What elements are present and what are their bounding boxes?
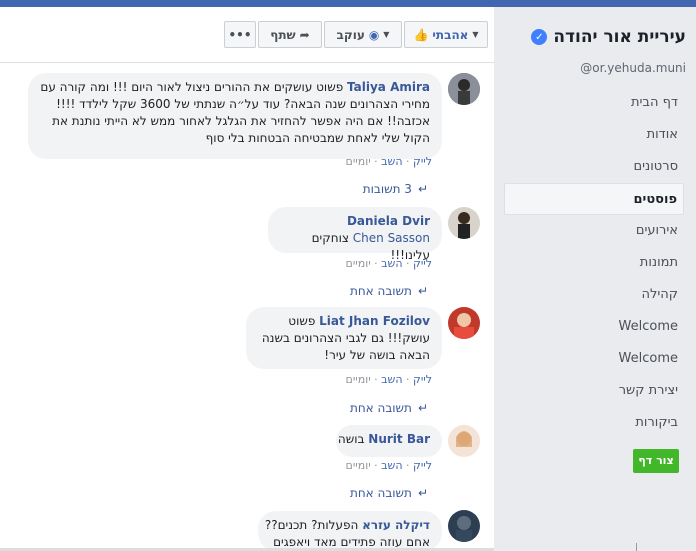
- more-button[interactable]: •••: [224, 21, 256, 48]
- separator: ·: [402, 373, 414, 386]
- replies-count: תשובה אחת: [349, 401, 412, 415]
- chevron-down-icon: ▼: [472, 30, 479, 39]
- separator: ·: [402, 459, 414, 472]
- nav-item-photos[interactable]: תמונות: [504, 247, 684, 279]
- replies-count: תשובה אחת: [349, 284, 412, 298]
- separator: ·: [402, 257, 414, 270]
- reply-arrow-icon: ↵: [417, 284, 428, 298]
- nav-item-posts[interactable]: פוסטים: [504, 183, 684, 215]
- avatar[interactable]: [448, 510, 480, 542]
- avatar-photo: [448, 73, 480, 105]
- avatar[interactable]: [448, 207, 480, 239]
- comment-bubble: דיקלה עזרא הפעלות? תכנים?? אחם עוזה פתיד…: [258, 511, 442, 551]
- comment-author[interactable]: Daniela Dvir: [347, 214, 430, 228]
- posts-area: ••• ➦ שתף ▼ ◉ עוקב ▼ אהבתי 👍 Taliya Amir…: [0, 7, 494, 551]
- comment-bubble: Daniela Dvir Chen Sasson צוחקים עלינו!!!: [268, 207, 442, 262]
- page-nav: דף הבית אודות סרטונים פוסטים אירועים תמו…: [504, 87, 684, 439]
- more-label: •••: [228, 27, 252, 42]
- timestamp[interactable]: יומיים: [346, 373, 371, 386]
- comment-meta: לייק · השב · יומיים: [346, 459, 432, 472]
- comment-author[interactable]: דיקלה עזרא: [362, 518, 430, 532]
- avatar[interactable]: [448, 425, 480, 457]
- rss-icon: ◉: [368, 27, 380, 42]
- page-sidebar: עיריית אור יהודה ✓ @or.yehuda.muni דף הב…: [494, 7, 696, 551]
- page-title-text: עיריית אור יהודה: [553, 27, 686, 47]
- nav-item-welcome-2[interactable]: Welcome: [504, 343, 684, 375]
- divider: [0, 62, 494, 63]
- timestamp[interactable]: יומיים: [346, 155, 371, 168]
- comment-text: הפעלות? תכנים??: [264, 518, 359, 532]
- liked-button[interactable]: ▼ אהבתי 👍: [404, 21, 488, 48]
- reply-link[interactable]: השב: [381, 373, 402, 386]
- nav-item-contact[interactable]: יצירת קשר: [504, 375, 684, 407]
- share-button[interactable]: ➦ שתף: [258, 21, 322, 48]
- separator: ·: [370, 373, 382, 386]
- scroll-indicator: [494, 543, 696, 551]
- replies-count: 3 תשובות: [362, 182, 412, 196]
- avatar-photo: [448, 510, 480, 542]
- like-link[interactable]: לייק: [413, 373, 432, 386]
- nav-item-about[interactable]: אודות: [504, 119, 684, 151]
- comment-author[interactable]: Taliya Amira: [347, 80, 430, 94]
- mention-link[interactable]: Chen Sasson: [353, 231, 430, 245]
- liked-label: אהבתי: [432, 27, 469, 42]
- separator: ·: [402, 155, 414, 168]
- follow-label: עוקב: [336, 27, 365, 42]
- view-replies-link[interactable]: ↵ 3 תשובות: [363, 182, 428, 196]
- nav-item-events[interactable]: אירועים: [504, 215, 684, 247]
- nav-item-videos[interactable]: סרטונים: [504, 151, 684, 183]
- nav-item-community[interactable]: קהילה: [504, 279, 684, 311]
- comment-author[interactable]: Nurit Bar: [368, 432, 430, 446]
- verified-badge-icon: ✓: [531, 29, 548, 45]
- chevron-down-icon: ▼: [383, 30, 390, 39]
- follow-button[interactable]: ▼ ◉ עוקב: [324, 21, 402, 48]
- comment-meta: לייק · השב · יומיים: [346, 155, 432, 168]
- reply-arrow-icon: ↵: [417, 401, 428, 415]
- share-icon: ➦: [299, 27, 310, 42]
- page-title[interactable]: עיריית אור יהודה ✓: [531, 27, 686, 47]
- reply-link[interactable]: השב: [381, 459, 402, 472]
- like-link[interactable]: לייק: [413, 459, 432, 472]
- top-bar: [0, 0, 696, 7]
- page-actions-toolbar: ••• ➦ שתף ▼ ◉ עוקב ▼ אהבתי 👍: [224, 21, 488, 48]
- scroll-tick: [636, 543, 637, 551]
- comment-bubble: Taliya Amira פשוט עושקים את ההורים ניצול…: [28, 73, 442, 159]
- timestamp[interactable]: יומיים: [346, 459, 371, 472]
- replies-count: תשובה אחת: [349, 486, 412, 500]
- avatar[interactable]: [448, 307, 480, 339]
- nav-item-reviews[interactable]: ביקורות: [504, 407, 684, 439]
- view-replies-link[interactable]: ↵ תשובה אחת: [350, 486, 428, 500]
- thumbs-up-icon: 👍: [413, 27, 429, 42]
- nav-item-welcome[interactable]: Welcome: [504, 311, 684, 343]
- nav-item-home[interactable]: דף הבית: [504, 87, 684, 119]
- timestamp[interactable]: יומיים: [346, 257, 371, 270]
- avatar[interactable]: [448, 73, 480, 105]
- share-label: שתף: [270, 27, 296, 42]
- separator: ·: [370, 257, 382, 270]
- avatar-photo: [448, 425, 480, 457]
- separator: ·: [370, 459, 382, 472]
- view-replies-link[interactable]: ↵ תשובה אחת: [350, 401, 428, 415]
- comment-bubble: Nurit Bar בושה: [336, 425, 442, 457]
- avatar-photo: [448, 307, 480, 339]
- like-link[interactable]: לייק: [413, 155, 432, 168]
- create-page-button[interactable]: צור דף: [633, 449, 679, 473]
- view-replies-link[interactable]: ↵ תשובה אחת: [350, 284, 428, 298]
- comment-meta: לייק · השב · יומיים: [346, 257, 432, 270]
- reply-link[interactable]: השב: [381, 155, 402, 168]
- like-link[interactable]: לייק: [413, 257, 432, 270]
- reply-arrow-icon: ↵: [417, 182, 428, 196]
- avatar-photo: [448, 207, 480, 239]
- comment-author[interactable]: Liat Jhan Fozilov: [319, 314, 430, 328]
- page-handle[interactable]: @or.yehuda.muni: [580, 61, 686, 75]
- separator: ·: [370, 155, 382, 168]
- comment-bubble: Liat Jhan Fozilov פשוט עושק!!! גם לגבי ה…: [246, 307, 442, 369]
- comment-text: בושה: [337, 432, 365, 446]
- reply-link[interactable]: השב: [381, 257, 402, 270]
- reply-arrow-icon: ↵: [417, 486, 428, 500]
- comment-meta: לייק · השב · יומיים: [346, 373, 432, 386]
